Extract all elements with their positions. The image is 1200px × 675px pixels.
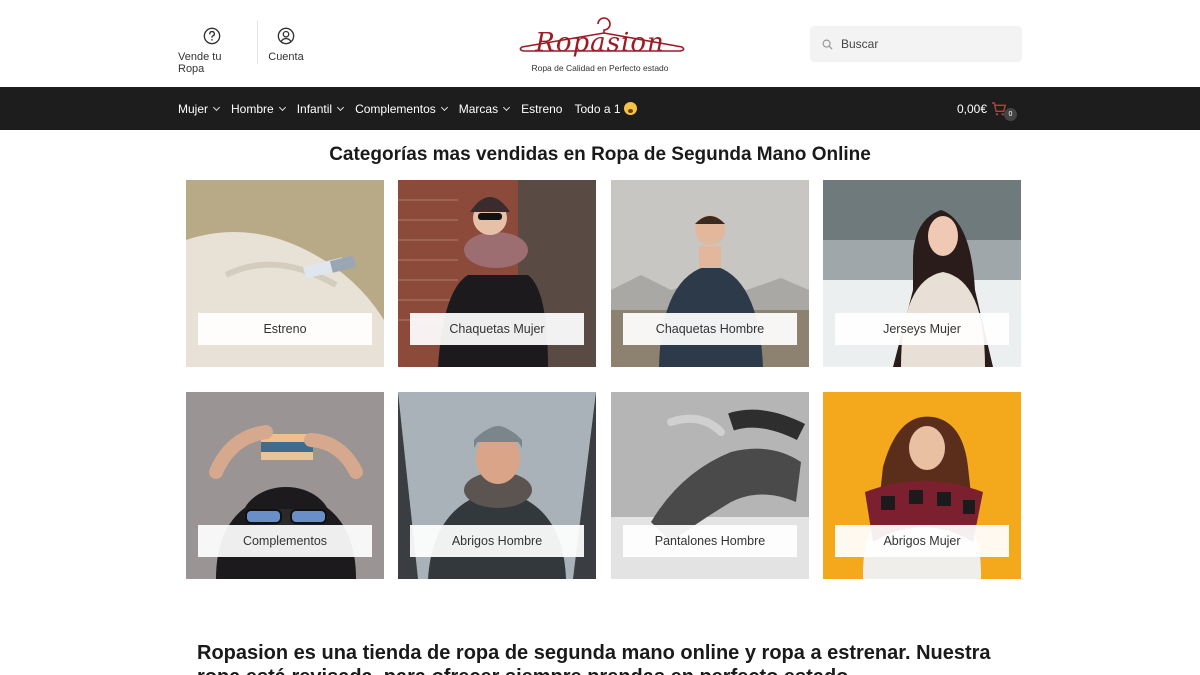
intro-text: Ropasion es una tienda de ropa de segund… — [197, 642, 991, 675]
category-label: Estreno — [198, 313, 372, 345]
nav-item-label: Infantil — [296, 101, 333, 116]
scream-emoji-icon — [623, 102, 637, 115]
category-label: Chaquetas Hombre — [623, 313, 797, 345]
help-circle-icon — [203, 27, 221, 45]
cart-total: 0,00€ — [957, 101, 988, 116]
search-box[interactable] — [810, 26, 1022, 62]
nav-item-label: Complementos — [355, 101, 436, 116]
nav-item-label: Todo a 1 — [574, 101, 621, 116]
category-card-jerseys-mujer[interactable]: Jerseys Mujer — [823, 180, 1021, 367]
nav-item-mujer[interactable]: Mujer — [178, 101, 221, 116]
search-input[interactable] — [841, 37, 1001, 51]
nav-item-label: Hombre — [231, 101, 274, 116]
category-card-abrigos-hombre[interactable]: Abrigos Hombre — [398, 392, 596, 579]
chevron-down-icon — [278, 103, 286, 111]
account-link[interactable]: Cuenta — [266, 27, 306, 63]
category-card-chaquetas-mujer[interactable]: Chaquetas Mujer — [398, 180, 596, 367]
nav-item-marcas[interactable]: Marcas — [458, 101, 511, 116]
nav-item-todo-a-1[interactable]: Todo a 1 — [574, 101, 637, 116]
sell-clothes-label: Vende tu Ropa — [178, 51, 222, 75]
main-navbar: Mujer Hombre Infantil Complementos Marca… — [0, 87, 1200, 130]
sell-clothes-link[interactable]: Vende tu Ropa — [178, 27, 246, 75]
category-card-pantalones-hombre[interactable]: Pantalones Hombre — [611, 392, 809, 579]
category-card-chaquetas-hombre[interactable]: Chaquetas Hombre — [611, 180, 809, 367]
chevron-down-icon — [212, 103, 221, 111]
category-label: Complementos — [198, 525, 372, 557]
category-label: Abrigos Hombre — [410, 525, 584, 557]
cart-button[interactable]: 0,00€ 0 — [957, 87, 1017, 130]
category-label: Pantalones Hombre — [623, 525, 797, 557]
primary-menu: Mujer Hombre Infantil Complementos Marca… — [178, 87, 649, 130]
category-card-abrigos-mujer[interactable]: Abrigos Mujer — [823, 392, 1021, 579]
nav-item-label: Mujer — [178, 101, 209, 116]
account-label: Cuenta — [268, 51, 304, 63]
category-card-complementos[interactable]: Complementos — [186, 392, 384, 579]
site-header: Vende tu Ropa Cuenta Ropasion Ropa de Ca… — [0, 0, 1200, 87]
nav-item-hombre[interactable]: Hombre — [231, 101, 286, 116]
category-label: Chaquetas Mujer — [410, 313, 584, 345]
categories-title: Categorías mas vendidas en Ropa de Segun… — [329, 144, 871, 165]
header-divider — [257, 20, 258, 64]
cart-count-badge: 0 — [1004, 108, 1017, 121]
chevron-down-icon — [503, 103, 511, 111]
category-label: Abrigos Mujer — [835, 525, 1009, 557]
nav-item-complementos[interactable]: Complementos — [355, 101, 448, 116]
nav-item-infantil[interactable]: Infantil — [296, 101, 345, 116]
category-card-estreno[interactable]: Estreno — [186, 180, 384, 367]
chevron-down-icon — [337, 103, 345, 111]
nav-item-label: Estreno — [521, 101, 563, 116]
site-logo[interactable]: Ropasion Ropa de Calidad en Perfecto est… — [500, 14, 700, 76]
logo-text: Ropasion — [535, 28, 665, 58]
user-circle-icon — [277, 27, 295, 45]
category-label: Jerseys Mujer — [835, 313, 1009, 345]
nav-item-estreno[interactable]: Estreno — [521, 102, 562, 116]
search-icon — [822, 39, 833, 50]
logo-tagline: Ropa de Calidad en Perfecto estado — [531, 63, 669, 73]
chevron-down-icon — [440, 103, 448, 111]
nav-item-label: Marcas — [458, 101, 499, 116]
